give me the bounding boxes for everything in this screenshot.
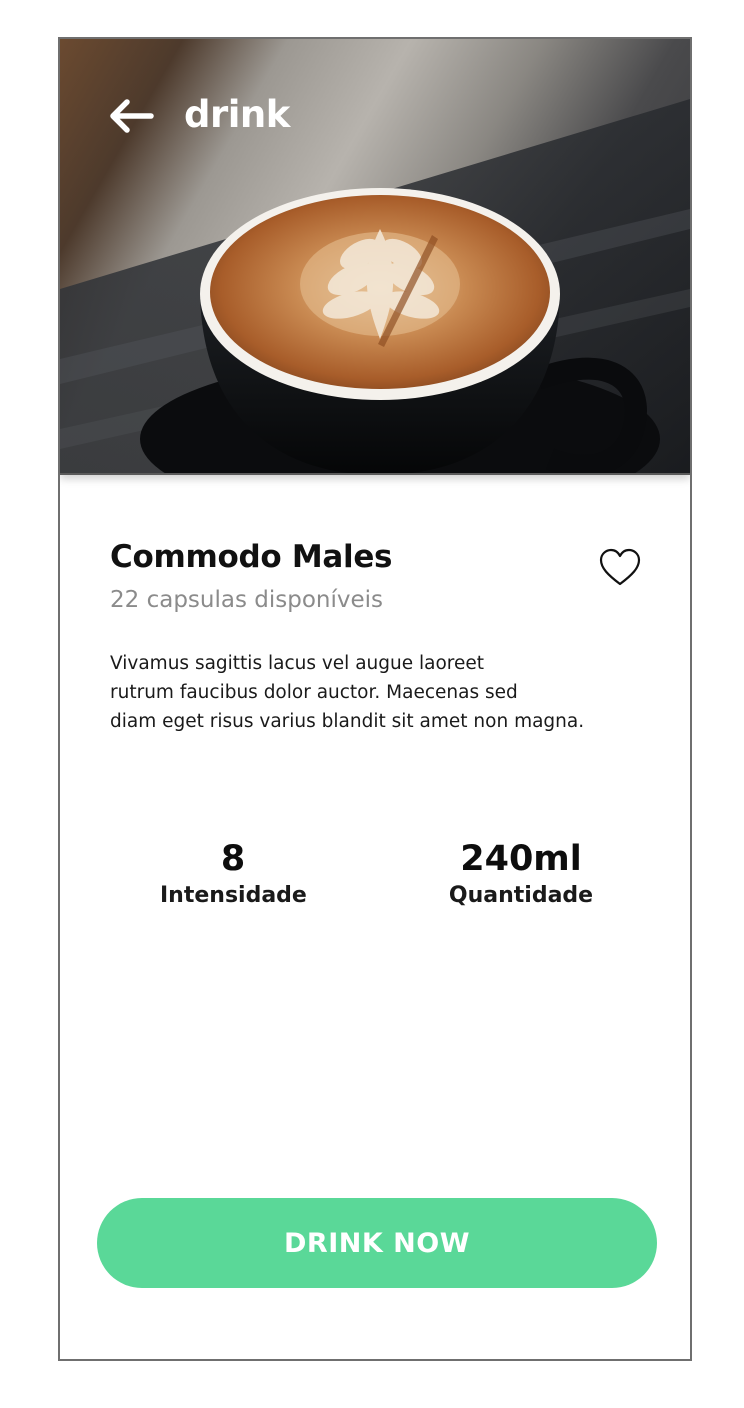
intensity-stat: 8 Intensidade xyxy=(160,839,307,908)
arrow-left-icon xyxy=(110,99,154,133)
heart-outline-icon xyxy=(599,548,641,586)
quantity-label: Quantidade xyxy=(448,883,594,908)
drink-now-button[interactable]: DRINK NOW xyxy=(97,1198,657,1288)
favorite-button[interactable] xyxy=(598,547,646,591)
description-line: diam eget risus varius blandit sit amet … xyxy=(110,711,585,732)
capsule-availability: 22 capsulas disponíveis xyxy=(110,587,384,613)
intensity-label: Intensidade xyxy=(160,883,307,908)
product-description: Vivamus sagittis lacus vel augue laoreet… xyxy=(110,649,590,736)
product-name: Commodo Males xyxy=(110,539,393,575)
quantity-stat: 240ml Quantidade xyxy=(448,839,594,908)
description-line: rutrum faucibus dolor auctor. Maecenas s… xyxy=(110,682,518,703)
quantity-value: 240ml xyxy=(460,839,582,879)
intensity-value: 8 xyxy=(220,839,246,879)
back-button[interactable] xyxy=(106,91,156,141)
phone-frame: drink Commodo Males 22 capsulas disponív… xyxy=(58,37,692,1361)
page-title: drink xyxy=(184,93,290,136)
hero-image: drink xyxy=(60,39,690,475)
description-line: Vivamus sagittis lacus vel augue laoreet xyxy=(110,653,485,674)
